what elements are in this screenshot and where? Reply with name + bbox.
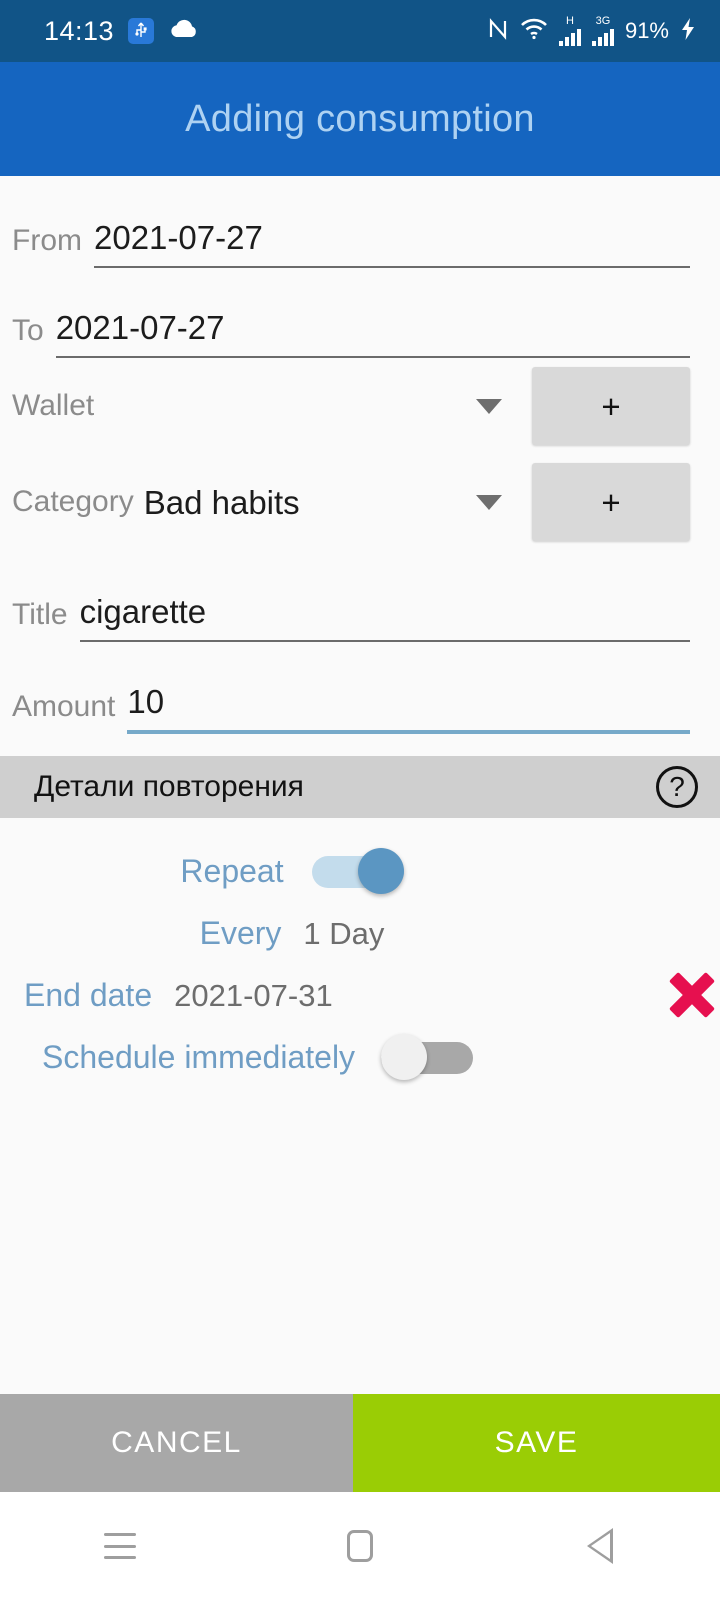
- status-clock: 14:13: [44, 15, 115, 46]
- phone-screen: 14:13 H 3G 91% Adding consumption From 2…: [0, 0, 720, 1600]
- recents-icon: [104, 1533, 136, 1559]
- to-label: To: [12, 314, 44, 347]
- home-icon: [347, 1530, 373, 1562]
- close-x-icon[interactable]: [664, 967, 720, 1023]
- wallet-select[interactable]: [94, 375, 510, 437]
- nfc-icon: [487, 17, 509, 46]
- back-icon: [587, 1528, 613, 1564]
- from-date-input[interactable]: 2021-07-27: [94, 212, 690, 268]
- to-date-value: 2021-07-27: [55, 309, 225, 346]
- to-date-input[interactable]: 2021-07-27: [55, 302, 690, 358]
- add-wallet-button[interactable]: +: [532, 367, 690, 445]
- to-date-row: To 2021-07-27: [0, 268, 720, 358]
- charging-bolt-icon: [680, 17, 696, 46]
- help-icon[interactable]: ?: [656, 766, 698, 808]
- add-category-button[interactable]: +: [532, 463, 690, 541]
- every-row[interactable]: Every 1 Day: [0, 902, 720, 964]
- end-date-label[interactable]: End date: [24, 979, 152, 1011]
- end-date-row: End date 2021-07-31: [0, 964, 720, 1026]
- action-bar: CANCEL SAVE: [0, 1394, 720, 1492]
- cloud-icon: [168, 18, 200, 45]
- amount-row: Amount 10: [0, 642, 720, 734]
- from-date-value: 2021-07-27: [94, 219, 263, 256]
- amount-input[interactable]: 10: [127, 678, 690, 734]
- category-label: Category: [12, 485, 134, 518]
- title-label: Title: [12, 598, 68, 631]
- schedule-immediately-toggle[interactable]: [381, 1034, 474, 1080]
- title-input[interactable]: cigarette: [79, 586, 690, 642]
- schedule-toggle-thumb: [381, 1034, 428, 1080]
- repeat-details-title: Детали повторения: [34, 770, 304, 803]
- amount-label: Amount: [12, 690, 116, 723]
- signal-3g-icon: 3G: [591, 15, 614, 46]
- category-value: Bad habits: [143, 483, 300, 521]
- repeat-panel: Repeat Every 1 Day End date 2021-07-31 S…: [0, 818, 720, 1378]
- recents-button[interactable]: [0, 1492, 240, 1600]
- status-bar-right: H 3G 91%: [487, 16, 696, 46]
- schedule-immediately-label: Schedule immediately: [42, 1039, 356, 1075]
- title-value: cigarette: [79, 593, 207, 630]
- category-select[interactable]: Bad habits: [134, 471, 510, 533]
- network-type-3g-label: 3G: [595, 15, 611, 27]
- repeat-row: Repeat: [0, 840, 720, 902]
- amount-value: 10: [127, 683, 165, 720]
- app-bar: Adding consumption: [0, 62, 720, 176]
- wifi-icon: [520, 17, 548, 46]
- wallet-row: Wallet +: [0, 358, 720, 454]
- cancel-button[interactable]: CANCEL: [0, 1394, 353, 1492]
- schedule-immediately-row: Schedule immediately: [0, 1026, 720, 1088]
- consumption-form: From 2021-07-27 To 2021-07-27 Wallet + C…: [0, 176, 720, 734]
- network-type-h-label: H: [565, 15, 574, 27]
- usb-icon: [128, 18, 155, 44]
- chevron-down-icon: [476, 398, 502, 414]
- chevron-down-icon: [476, 494, 502, 510]
- status-bar-left: 14:13: [44, 16, 487, 47]
- from-label: From: [12, 224, 82, 257]
- from-date-row: From 2021-07-27: [0, 176, 720, 268]
- status-bar: 14:13 H 3G 91%: [0, 0, 720, 62]
- page-title: Adding consumption: [185, 97, 535, 140]
- save-button[interactable]: SAVE: [353, 1394, 720, 1492]
- end-date-value[interactable]: 2021-07-31: [174, 980, 333, 1011]
- repeat-toggle[interactable]: [311, 848, 404, 894]
- repeat-details-header: Детали повторения ?: [0, 756, 720, 818]
- repeat-toggle-thumb: [357, 848, 404, 894]
- title-row: Title cigarette: [0, 550, 720, 642]
- android-nav-bar: [0, 1492, 720, 1600]
- back-button[interactable]: [480, 1492, 720, 1600]
- battery-percent-label: 91%: [624, 18, 669, 43]
- wallet-label: Wallet: [12, 389, 95, 422]
- every-label: Every: [199, 915, 282, 951]
- home-button[interactable]: [240, 1492, 480, 1600]
- repeat-label: Repeat: [180, 853, 284, 889]
- category-row: Category Bad habits +: [0, 454, 720, 550]
- signal-h-icon: H: [558, 15, 581, 46]
- every-value: 1 Day: [303, 915, 385, 951]
